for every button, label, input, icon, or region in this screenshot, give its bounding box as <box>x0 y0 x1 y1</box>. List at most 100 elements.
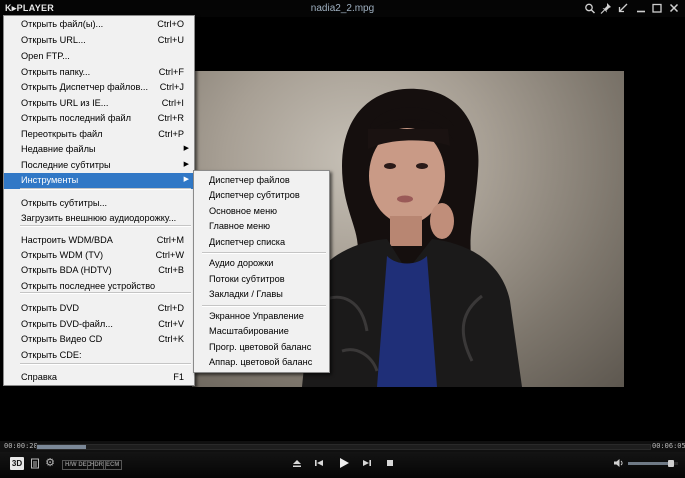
menu-item-label: Открыть DVD-файл... <box>21 319 113 329</box>
menu-item[interactable]: Open FTP... <box>4 49 194 65</box>
menu-item[interactable]: Настроить WDM/BDA Ctrl+M <box>4 233 194 249</box>
submenu-item-label: Масштабирование <box>209 326 289 336</box>
submenu-arrow-icon: ▶ <box>183 145 189 152</box>
menu-item[interactable]: Открыть папку... Ctrl+F <box>4 65 194 81</box>
submenu-item[interactable]: Аудио дорожки <box>194 256 329 272</box>
submenu-item[interactable]: Потоки субтитров <box>194 272 329 288</box>
menu-item-label: Загрузить внешнюю аудиодорожку... <box>21 213 177 223</box>
speaker-icon[interactable] <box>613 457 625 473</box>
menu-item[interactable]: Справка F1 <box>4 370 194 386</box>
menu-item[interactable]: Открыть URL... Ctrl+U <box>4 33 194 49</box>
submenu-item-label: Аудио дорожки <box>209 258 274 268</box>
previous-icon[interactable] <box>313 457 325 473</box>
submenu-item-label: Основное меню <box>209 206 278 216</box>
menu-item[interactable]: Открыть DVD Ctrl+D <box>4 301 194 317</box>
menu-separator <box>20 188 191 190</box>
menu-item-shortcut: Ctrl+W <box>155 250 184 260</box>
menu-item[interactable]: Последние субтитры ▶ <box>4 158 194 174</box>
pin-icon[interactable] <box>599 2 613 15</box>
menu-item[interactable]: Инструменты ▶ <box>4 173 194 189</box>
submenu-item-label: Диспетчер субтитров <box>209 190 300 200</box>
next-icon[interactable] <box>361 457 373 473</box>
menu-item[interactable]: Открыть субтитры... <box>4 196 194 212</box>
tag-ecm[interactable]: ECM <box>103 460 123 470</box>
search-icon[interactable] <box>583 2 597 15</box>
menu-item[interactable]: Открыть CDE: <box>4 348 194 364</box>
menu-item-label: Открыть субтитры... <box>21 198 108 208</box>
3d-mode-button[interactable]: 3D <box>10 457 24 470</box>
submenu-item[interactable]: Закладки / Главы <box>194 287 329 303</box>
menu-item-label: Открыть Видео CD <box>21 334 103 344</box>
submenu-item-label: Закладки / Главы <box>209 289 283 299</box>
menu-item[interactable]: Открыть Видео CD Ctrl+K <box>4 332 194 348</box>
menu-item-shortcut: Ctrl+O <box>157 19 184 29</box>
menu-item-shortcut: Ctrl+R <box>157 113 184 123</box>
submenu-item[interactable]: Диспетчер файлов <box>194 173 329 189</box>
menu-item-shortcut: Ctrl+F <box>158 67 184 77</box>
play-icon[interactable] <box>337 456 351 474</box>
tools-submenu: Диспетчер файлов Диспетчер субтитров Основ… <box>193 170 330 373</box>
submenu-item-label: Главное меню <box>209 221 271 231</box>
submenu-item[interactable]: Масштабирование <box>194 324 329 340</box>
submenu-arrow-icon: ▶ <box>183 161 189 168</box>
volume-knob[interactable] <box>668 460 674 467</box>
menu-item[interactable]: Открыть WDM (TV) Ctrl+W <box>4 248 194 264</box>
menu-item-shortcut: Ctrl+K <box>158 334 184 344</box>
menu-item-shortcut: Ctrl+M <box>156 235 184 245</box>
menu-separator <box>20 292 191 294</box>
shrink-icon[interactable] <box>616 2 630 15</box>
menu-item[interactable]: Открыть BDA (HDTV) Ctrl+B <box>4 263 194 279</box>
submenu-item[interactable]: Аппар. цветовой баланс <box>194 355 329 371</box>
seek-slider[interactable] <box>36 444 651 450</box>
playlist-icon[interactable] <box>30 458 40 473</box>
submenu-item[interactable]: Основное меню <box>194 204 329 220</box>
menu-item-shortcut: Ctrl+D <box>157 303 184 313</box>
submenu-item-label: Диспетчер файлов <box>209 175 290 185</box>
maximize-icon[interactable] <box>650 2 664 15</box>
menu-item-shortcut: Ctrl+J <box>159 82 184 92</box>
submenu-item[interactable]: Главное меню <box>194 219 329 235</box>
submenu-item-label: Аппар. цветовой баланс <box>209 357 313 367</box>
eject-icon[interactable] <box>291 457 303 473</box>
menu-item-label: Открыть URL... <box>21 35 86 45</box>
stop-icon[interactable] <box>384 457 396 473</box>
menu-item-label: Переоткрыть файл <box>21 129 103 139</box>
submenu-item[interactable]: Прогр. цветовой баланс <box>194 340 329 356</box>
submenu-item-label: Прогр. цветовой баланс <box>209 342 312 352</box>
menu-item-label: Открыть последнее устройство <box>21 281 156 291</box>
menu-item[interactable]: Открыть файл(ы)... Ctrl+O <box>4 17 194 33</box>
minimize-icon[interactable] <box>634 2 648 15</box>
menu-item-shortcut: Ctrl+U <box>157 35 184 45</box>
submenu-item[interactable]: Экранное Управление <box>194 309 329 325</box>
menu-item-shortcut: Ctrl+I <box>161 98 184 108</box>
submenu-item-label: Экранное Управление <box>209 311 304 321</box>
menu-item-label: Открыть URL из IE... <box>21 98 109 108</box>
submenu-arrow-icon: ▶ <box>183 176 189 183</box>
menu-item-label: Открыть CDE: <box>21 350 82 360</box>
volume-level <box>628 462 671 465</box>
submenu-item[interactable]: Диспетчер списка <box>194 235 329 251</box>
menu-item[interactable]: Открыть Диспетчер файлов... Ctrl+J <box>4 80 194 96</box>
menu-item-label: Последние субтитры <box>21 160 111 170</box>
main-context-menu: Открыть файл(ы)... Ctrl+O Открыть URL... Ct… <box>3 15 195 386</box>
menu-item[interactable]: Недавние файлы ▶ <box>4 142 194 158</box>
menu-item-label: Открыть папку... <box>21 67 91 77</box>
menu-item-label: Открыть DVD <box>21 303 80 313</box>
submenu-item[interactable]: Диспетчер субтитров <box>194 188 329 204</box>
menu-item-shortcut: Ctrl+P <box>158 129 184 139</box>
close-icon[interactable] <box>667 2 681 15</box>
menu-item-label: Открыть файл(ы)... <box>21 19 104 29</box>
menu-item-label: Открыть BDA (HDTV) <box>21 265 112 275</box>
submenu-item-label: Потоки субтитров <box>209 274 285 284</box>
menu-item[interactable]: Переоткрыть файл Ctrl+P <box>4 127 194 143</box>
menu-item[interactable]: Открыть DVD-файл... Ctrl+V <box>4 317 194 333</box>
gear-icon[interactable]: ⚙ <box>44 457 56 469</box>
menu-item-label: Справка <box>21 372 58 382</box>
time-elapsed: 00:00:28 <box>4 442 38 450</box>
submenu-item-label: Диспетчер списка <box>209 237 286 247</box>
menu-item[interactable]: Открыть последний файл Ctrl+R <box>4 111 194 127</box>
menu-item-label: Открыть Диспетчер файлов... <box>21 82 149 92</box>
menu-item-label: Недавние файлы <box>21 144 96 154</box>
menu-item[interactable]: Открыть URL из IE... Ctrl+I <box>4 96 194 112</box>
seek-progress <box>37 445 86 449</box>
